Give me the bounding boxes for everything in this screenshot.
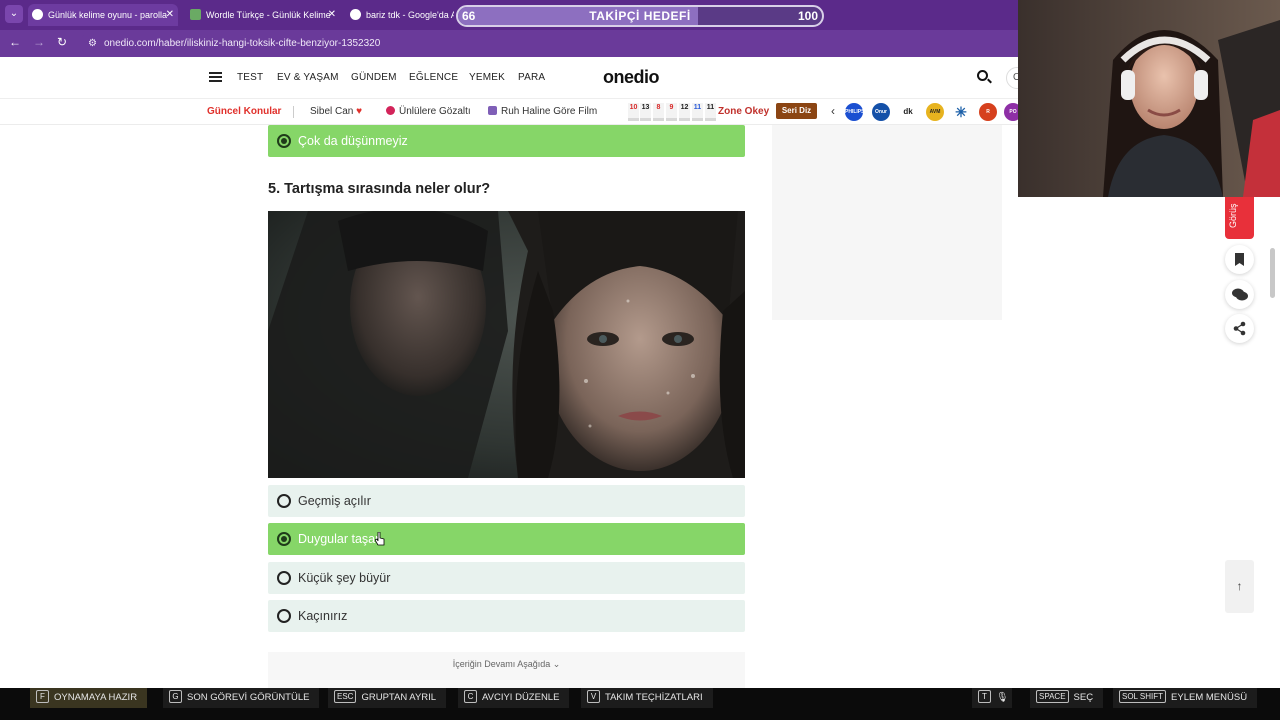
goal-title: TAKİPÇİ HEDEFİ — [589, 9, 691, 23]
share-button[interactable] — [1225, 314, 1254, 343]
onedio-logo[interactable]: onedio — [603, 67, 660, 88]
follower-goal-bar: 66 TAKİPÇİ HEDEFİ 100 — [456, 5, 824, 27]
close-tab-icon[interactable]: ✕ — [166, 4, 174, 26]
menu-icon[interactable] — [209, 72, 222, 82]
radio-empty-icon — [277, 571, 291, 585]
back-arrow-icon[interactable]: ← — [9, 35, 21, 49]
comments-icon — [1232, 288, 1248, 301]
hand-cursor-icon — [375, 532, 385, 546]
tab-search-icon[interactable]: ⌄ — [5, 5, 23, 23]
topic-sibel-can[interactable]: Sibel Can ♥ — [310, 106, 362, 117]
reload-icon[interactable]: ↻ — [57, 35, 67, 49]
scroll-to-top-button[interactable]: ↑ — [1225, 560, 1254, 613]
answer-label: Küçük şey büyür — [298, 571, 391, 585]
chevron-left-icon[interactable]: ‹ — [831, 104, 835, 118]
brand-star-icon[interactable]: ✳ — [952, 103, 970, 121]
webcam-overlay — [1018, 0, 1280, 197]
radio-empty-icon — [277, 494, 291, 508]
film-icon — [488, 105, 497, 115]
red-dot-icon — [386, 105, 395, 115]
tab-parolla[interactable]: Günlük kelime oyunu - parolla ✕ — [28, 4, 178, 26]
answer-label: Duygular taşar — [298, 532, 380, 546]
tab-wordle[interactable]: Wordle Türkçe - Günlük Kelime ✕ — [186, 4, 340, 26]
hotkey-select[interactable]: SPACE SEÇ — [1030, 688, 1104, 708]
url-text: onedio.com/haber/iliskiniz-hangi-toksik-… — [104, 38, 381, 49]
lips-icon: ♥ — [356, 106, 363, 117]
site-header: TEST EV & YAŞAM GÜNDEM EĞLENCE YEMEK PAR… — [0, 57, 1028, 99]
nav-para[interactable]: PARA — [518, 72, 545, 83]
sidebar-ad — [772, 125, 1002, 320]
answer-option-4[interactable]: Kaçınırız — [268, 600, 745, 632]
hotkey-last-mission[interactable]: G SON GÖREVİ GÖRÜNTÜLE — [163, 688, 320, 708]
answer-option-3[interactable]: Küçük şey büyür — [268, 562, 745, 594]
brand-philips-icon[interactable]: PHILIPS — [845, 103, 863, 121]
close-tab-icon[interactable]: ✕ — [328, 4, 336, 26]
nav-eglence[interactable]: EĞLENCE — [409, 72, 458, 83]
nav-yemek[interactable]: YEMEK — [469, 72, 505, 83]
goal-target: 100 — [797, 9, 818, 23]
radio-selected-icon — [277, 532, 291, 546]
answer-option-selected[interactable]: Çok da düşünmeyiz — [268, 125, 745, 157]
nav-ev-yasam[interactable]: EV & YAŞAM — [277, 72, 339, 83]
answer-label: Çok da düşünmeyiz — [298, 134, 408, 148]
answer-label: Geçmiş açılır — [298, 494, 371, 508]
hotkey-ready[interactable]: F OYNAMAYA HAZIR — [30, 688, 148, 708]
continue-below-label: İçeriğin Devamı Aşağıda — [452, 659, 551, 669]
zone-okey-label[interactable]: Zone Okey — [718, 106, 769, 117]
feedback-tab[interactable]: Görüş — [1225, 196, 1254, 239]
share-icon — [1233, 321, 1246, 336]
radio-selected-icon — [277, 134, 291, 148]
microphone-icon: 🎙 — [996, 692, 1009, 703]
search-icon[interactable] — [977, 70, 988, 81]
google-favicon-icon — [350, 9, 361, 21]
trending-label: Güncel Konular — [207, 106, 282, 117]
continue-below-banner[interactable]: İçeriğin Devamı Aşağıda ⌄ — [268, 652, 745, 688]
page-scrollbar[interactable] — [1270, 248, 1275, 298]
tab-google[interactable]: bariz tdk - Google'da Ara — [346, 4, 454, 26]
hotkey-action-menu[interactable]: SOL SHIFT EYLEM MENÜSÜ — [1113, 688, 1258, 708]
arrow-up-icon: ↑ — [1236, 579, 1243, 593]
chevron-down-icon: ⌄ — [552, 659, 561, 669]
bookmark-icon — [1235, 253, 1244, 266]
wordle-favicon-icon — [190, 9, 201, 21]
brand-dk-icon[interactable]: dk — [899, 103, 917, 121]
screen: ⌄ Günlük kelime oyunu - parolla ✕ Wordle … — [0, 0, 1280, 720]
game-hotkey-bar: F OYNAMAYA HAZIR G SON GÖREVİ GÖRÜNTÜLE ES… — [0, 688, 1280, 720]
forward-arrow-icon[interactable]: → — [33, 35, 45, 49]
comments-button[interactable] — [1225, 280, 1254, 309]
answer-option-2-selected[interactable]: Duygular taşar — [268, 523, 745, 555]
question-image — [268, 211, 745, 478]
site-info-icon[interactable]: ⚙ — [88, 33, 97, 54]
brand-onur-icon[interactable]: Onur — [872, 103, 890, 121]
address-bar[interactable]: ⚙ onedio.com/haber/iliskiniz-hangi-toksi… — [80, 33, 1020, 54]
topic-unlulere-gozalti[interactable]: Ünlülere Gözaltı — [386, 105, 471, 117]
seri-diz-badge[interactable]: Seri Diz — [776, 103, 817, 119]
brand-avm-icon[interactable]: AVM — [926, 103, 944, 121]
question-title: 5. Tartışma sırasında neler olur? — [268, 181, 491, 197]
topic-ruh-haline-gore-film[interactable]: Ruh Haline Göre Film — [488, 105, 597, 117]
feedback-label: Görüş — [1228, 203, 1238, 228]
hotkey-leave-group[interactable]: ESC GRUPTAN AYRIL — [328, 688, 447, 708]
trending-topics-bar: Güncel Konular Sibel Can ♥ Ünlülere Göza… — [0, 99, 1022, 125]
brand-red-icon[interactable]: R — [979, 103, 997, 121]
parolla-favicon-icon — [32, 9, 43, 21]
divider — [293, 106, 294, 118]
bookmark-button[interactable] — [1225, 245, 1254, 274]
answer-label: Kaçınırız — [298, 609, 348, 623]
answer-option-1[interactable]: Geçmiş açılır — [268, 485, 745, 517]
nav-gundem[interactable]: GÜNDEM — [351, 72, 397, 83]
hotkey-edit-hunter[interactable]: C AVCIYI DÜZENLE — [458, 688, 570, 708]
hotkey-team-gear[interactable]: V TAKIM TEÇHİZATLARI — [581, 688, 713, 708]
hotkey-voice[interactable]: T 🎙 — [972, 688, 1013, 708]
radio-empty-icon — [277, 609, 291, 623]
nav-test[interactable]: TEST — [237, 72, 263, 83]
